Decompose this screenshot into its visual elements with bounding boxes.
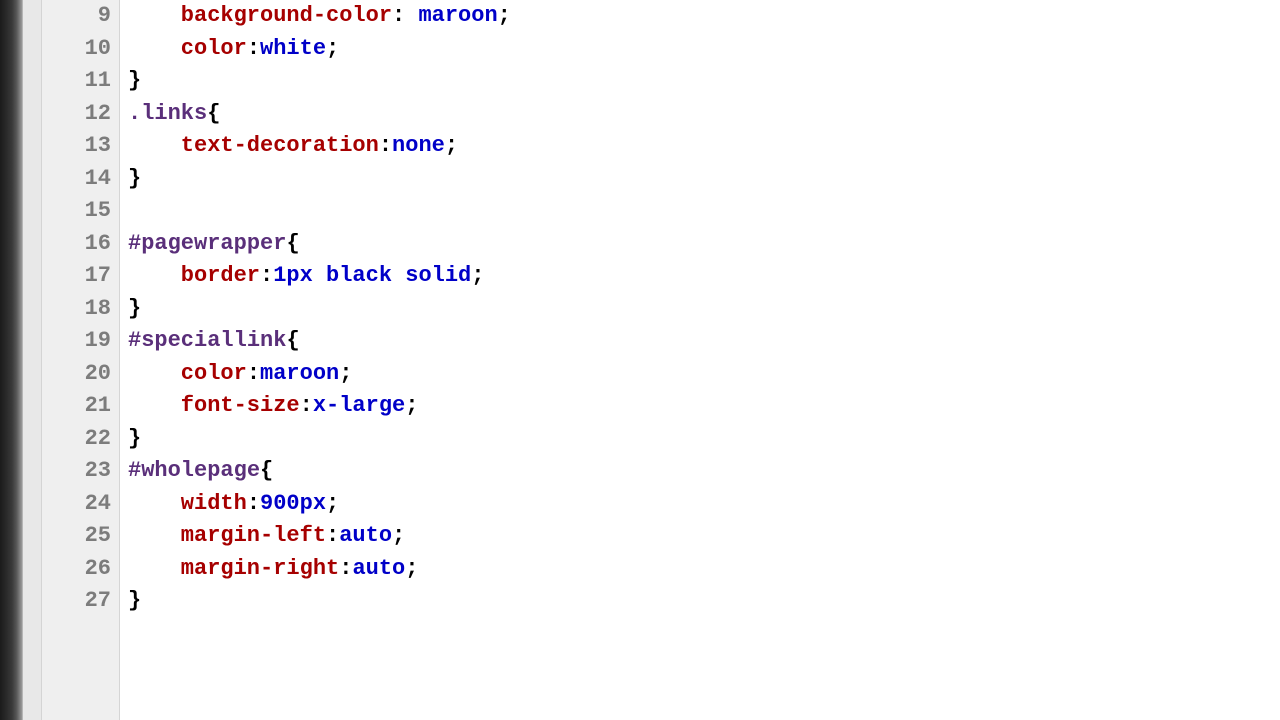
code-token: : <box>339 556 352 581</box>
code-token: } <box>128 68 141 93</box>
code-token: width <box>181 491 247 516</box>
code-token: .links <box>128 101 207 126</box>
code-line[interactable]: #speciallink{ <box>128 325 1280 358</box>
code-token: black <box>326 263 392 288</box>
code-token: ; <box>326 491 339 516</box>
code-editor: 9101112131415161718192021222324252627 ba… <box>0 0 1280 720</box>
code-token: x-large <box>313 393 405 418</box>
code-line[interactable]: #pagewrapper{ <box>128 228 1280 261</box>
line-number: 9 <box>42 0 119 33</box>
code-line[interactable]: } <box>128 65 1280 98</box>
code-token: margin-left <box>181 523 326 548</box>
line-number-gutter: 9101112131415161718192021222324252627 <box>42 0 120 720</box>
code-token: text-decoration <box>181 133 379 158</box>
code-token: : <box>247 36 260 61</box>
code-token: none <box>392 133 445 158</box>
line-number: 23 <box>42 455 119 488</box>
code-token: background-color <box>181 3 392 28</box>
line-number: 16 <box>42 228 119 261</box>
code-token: } <box>128 296 141 321</box>
code-token: ; <box>445 133 458 158</box>
code-area[interactable]: background-color: maroon;color:white;}.l… <box>120 0 1280 720</box>
line-number: 27 <box>42 585 119 618</box>
line-number: 19 <box>42 325 119 358</box>
code-token: white <box>260 36 326 61</box>
line-number: 22 <box>42 423 119 456</box>
code-token: ; <box>405 393 418 418</box>
code-token: { <box>286 328 299 353</box>
code-line[interactable]: width:900px; <box>128 488 1280 521</box>
line-number: 10 <box>42 33 119 66</box>
code-token: ; <box>498 3 511 28</box>
code-token: : <box>392 3 418 28</box>
code-token: color <box>181 36 247 61</box>
code-token: } <box>128 426 141 451</box>
code-token: font-size <box>181 393 300 418</box>
line-number: 18 <box>42 293 119 326</box>
code-token: #wholepage <box>128 458 260 483</box>
code-line[interactable]: text-decoration:none; <box>128 130 1280 163</box>
line-number: 15 <box>42 195 119 228</box>
code-token: border <box>181 263 260 288</box>
code-token <box>313 263 326 288</box>
code-line[interactable]: font-size:x-large; <box>128 390 1280 423</box>
line-number: 13 <box>42 130 119 163</box>
code-token: maroon <box>418 3 497 28</box>
code-token: ; <box>405 556 418 581</box>
code-line[interactable]: #wholepage{ <box>128 455 1280 488</box>
line-number: 14 <box>42 163 119 196</box>
code-token: ; <box>339 361 352 386</box>
code-line[interactable]: margin-right:auto; <box>128 553 1280 586</box>
code-token: auto <box>339 523 392 548</box>
code-token: : <box>326 523 339 548</box>
code-token: maroon <box>260 361 339 386</box>
code-token: #speciallink <box>128 328 286 353</box>
code-line[interactable]: } <box>128 293 1280 326</box>
code-token: : <box>247 361 260 386</box>
code-line[interactable]: .links{ <box>128 98 1280 131</box>
line-number: 20 <box>42 358 119 391</box>
code-token: : <box>300 393 313 418</box>
code-line[interactable]: color:white; <box>128 33 1280 66</box>
code-token: ; <box>471 263 484 288</box>
line-number: 21 <box>42 390 119 423</box>
code-token: { <box>207 101 220 126</box>
line-number: 17 <box>42 260 119 293</box>
line-number: 26 <box>42 553 119 586</box>
code-token: ; <box>326 36 339 61</box>
code-token: ; <box>392 523 405 548</box>
code-line[interactable]: color:maroon; <box>128 358 1280 391</box>
code-token: color <box>181 361 247 386</box>
line-number: 12 <box>42 98 119 131</box>
code-token: : <box>379 133 392 158</box>
code-token: { <box>260 458 273 483</box>
window-chrome-strip <box>0 0 23 720</box>
code-line[interactable]: border:1px black solid; <box>128 260 1280 293</box>
code-token: auto <box>352 556 405 581</box>
editor-fold-margin[interactable] <box>23 0 42 720</box>
code-line[interactable]: background-color: maroon; <box>128 0 1280 33</box>
code-token: : <box>247 491 260 516</box>
code-line[interactable]: } <box>128 163 1280 196</box>
code-token: margin-right <box>181 556 339 581</box>
code-line[interactable]: } <box>128 423 1280 456</box>
code-token: } <box>128 166 141 191</box>
code-token: : <box>260 263 273 288</box>
code-token: } <box>128 588 141 613</box>
code-token: 900px <box>260 491 326 516</box>
code-token <box>392 263 405 288</box>
code-token: solid <box>405 263 471 288</box>
code-token: #pagewrapper <box>128 231 286 256</box>
line-number: 25 <box>42 520 119 553</box>
code-token: { <box>286 231 299 256</box>
code-line[interactable]: margin-left:auto; <box>128 520 1280 553</box>
code-line[interactable] <box>128 195 1280 228</box>
code-token: 1px <box>273 263 313 288</box>
line-number: 24 <box>42 488 119 521</box>
line-number: 11 <box>42 65 119 98</box>
code-line[interactable]: } <box>128 585 1280 618</box>
